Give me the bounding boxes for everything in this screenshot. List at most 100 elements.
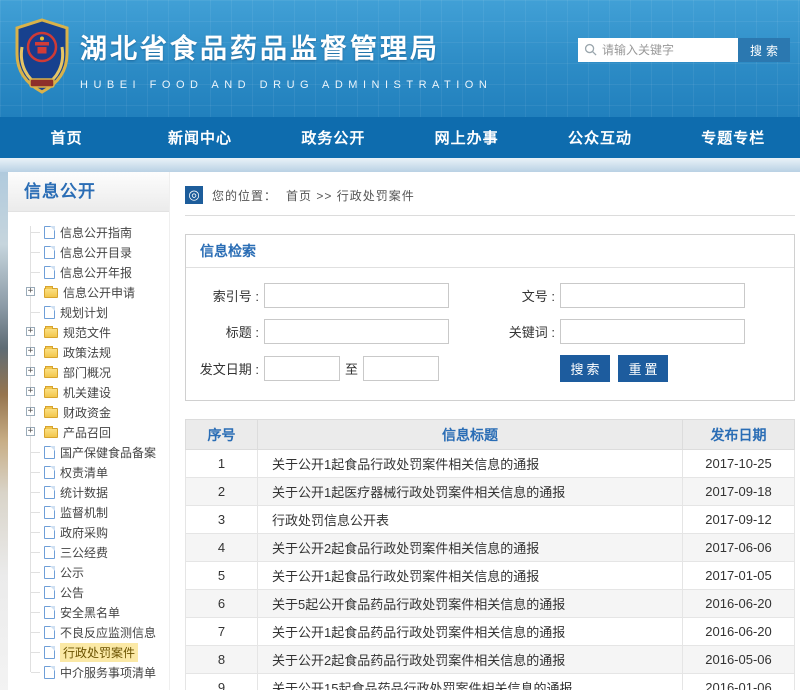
sidebar-item-label: 三公经费	[60, 544, 108, 561]
row-title-link[interactable]: 关于公开2起食品行政处罚案件相关信息的通报	[258, 534, 683, 562]
sidebar-item[interactable]: 信息公开目录	[16, 242, 167, 262]
table-row: 5关于公开1起食品行政处罚案件相关信息的通报2017-01-05	[186, 562, 795, 590]
nav-item-2[interactable]: 新闻中心	[133, 117, 266, 158]
header-search-button[interactable]: 搜索	[738, 38, 790, 62]
tree-connector	[31, 472, 40, 473]
table-row: 4关于公开2起食品行政处罚案件相关信息的通报2017-06-06	[186, 534, 795, 562]
page: 湖北省食品药品监督管理局 HUBEI FOOD AND DRUG ADMINIS…	[0, 0, 800, 690]
tree-connector	[31, 632, 40, 633]
breadcrumb-prefix: 您的位置：	[212, 187, 277, 204]
sidebar-item-label: 机关建设	[63, 384, 111, 401]
sidebar-item[interactable]: +政策法规	[16, 342, 167, 362]
main-nav: 首页新闻中心政务公开网上办事公众互动专题专栏	[0, 117, 800, 158]
row-title-link[interactable]: 行政处罚信息公开表	[258, 506, 683, 534]
sidebar-item[interactable]: 信息公开指南	[16, 222, 167, 242]
row-title-link[interactable]: 关于公开1起食品行政处罚案件相关信息的通报	[258, 450, 683, 478]
document-icon	[44, 566, 55, 579]
document-icon	[44, 646, 55, 659]
document-icon	[44, 226, 55, 239]
row-title-link[interactable]: 关于公开1起医疗器械行政处罚案件相关信息的通报	[258, 478, 683, 506]
search-button[interactable]: 搜索	[560, 355, 610, 382]
column-header: 发布日期	[683, 420, 795, 450]
nav-item-5[interactable]: 公众互动	[533, 117, 666, 158]
sidebar-item[interactable]: +规范文件	[16, 322, 167, 342]
sidebar-item[interactable]: 行政处罚案件	[16, 642, 167, 662]
sidebar-item-label: 统计数据	[60, 484, 108, 501]
index-no-input[interactable]	[264, 283, 449, 308]
nav-item-6[interactable]: 专题专栏	[667, 117, 800, 158]
document-icon	[44, 606, 55, 619]
title-label: 标题 :	[186, 322, 264, 341]
document-icon	[44, 246, 55, 259]
sidebar-item[interactable]: + 机关建设	[16, 382, 167, 402]
sidebar-item[interactable]: + 财政资金	[16, 402, 167, 422]
sidebar-item-label: 财政资金	[63, 404, 111, 421]
expand-icon[interactable]: +	[26, 427, 35, 436]
sidebar-item[interactable]: 政府采购	[16, 522, 167, 542]
shield-emblem-icon	[10, 17, 74, 97]
nav-item-3[interactable]: 政务公开	[267, 117, 400, 158]
reset-button[interactable]: 重置	[618, 355, 668, 382]
row-number: 4	[186, 534, 258, 562]
sidebar-item[interactable]: 统计数据	[16, 482, 167, 502]
document-icon	[44, 306, 55, 319]
breadcrumb-path[interactable]: 首页 >> 行政处罚案件	[286, 187, 415, 204]
document-icon	[44, 506, 55, 519]
date-to-input[interactable]	[363, 356, 439, 381]
top-search: 搜索	[578, 38, 790, 62]
sidebar-item-label: 中介服务事项清单	[60, 664, 156, 681]
expand-icon[interactable]: +	[26, 407, 35, 416]
row-date: 2016-05-06	[683, 646, 795, 674]
tree-connector	[31, 552, 40, 553]
document-icon	[44, 626, 55, 639]
sidebar-item[interactable]: +产品召回	[16, 422, 167, 442]
expand-icon[interactable]: +	[26, 347, 35, 356]
nav-item-1[interactable]: 首页	[0, 117, 133, 158]
column-header: 信息标题	[258, 420, 683, 450]
keyword-input[interactable]	[560, 319, 745, 344]
sidebar-item[interactable]: 安全黑名单	[16, 602, 167, 622]
folder-icon	[44, 388, 58, 398]
sidebar-item-label: 行政处罚案件	[60, 643, 138, 662]
sidebar-item[interactable]: 中介服务事项清单	[16, 662, 167, 682]
search-icon	[584, 43, 597, 56]
info-search-panel: 信息检索 索引号 : 文号 :	[185, 234, 795, 401]
sidebar-item-label: 权责清单	[60, 464, 108, 481]
panel-title: 信息检索	[200, 243, 256, 259]
tree-connector	[31, 532, 40, 533]
sidebar-item[interactable]: 监督机制	[16, 502, 167, 522]
row-number: 5	[186, 562, 258, 590]
row-title-link[interactable]: 关于公开1起食品药品行政处罚案件相关信息的通报	[258, 618, 683, 646]
row-title-link[interactable]: 关于公开2起食品药品行政处罚案件相关信息的通报	[258, 646, 683, 674]
sidebar-item[interactable]: 三公经费	[16, 542, 167, 562]
expand-icon[interactable]: +	[26, 327, 35, 336]
expand-icon[interactable]: +	[26, 367, 35, 376]
sidebar-item[interactable]: 权责清单	[16, 462, 167, 482]
title-input[interactable]	[264, 319, 449, 344]
sidebar-item-label: 公告	[60, 584, 84, 601]
folder-icon	[44, 408, 58, 418]
expand-icon[interactable]: +	[26, 387, 35, 396]
row-title-link[interactable]: 关于5起公开食品药品行政处罚案件相关信息的通报	[258, 590, 683, 618]
keyword-search-input[interactable]	[578, 38, 738, 62]
sidebar-item[interactable]: 不良反应监测信息	[16, 622, 167, 642]
sidebar-item[interactable]: 公示	[16, 562, 167, 582]
date-from-input[interactable]	[264, 356, 340, 381]
sidebar-item[interactable]: 公告	[16, 582, 167, 602]
doc-no-input[interactable]	[560, 283, 745, 308]
row-title-link[interactable]: 关于公开1起食品行政处罚案件相关信息的通报	[258, 562, 683, 590]
nav-item-4[interactable]: 网上办事	[400, 117, 533, 158]
site-header: 湖北省食品药品监督管理局 HUBEI FOOD AND DRUG ADMINIS…	[0, 0, 800, 117]
sidebar-item[interactable]: +信息公开申请	[16, 282, 167, 302]
sidebar-item[interactable]: 国产保健食品备案	[16, 442, 167, 462]
sidebar-item[interactable]: +部门概况	[16, 362, 167, 382]
row-date: 2017-01-05	[683, 562, 795, 590]
row-title-link[interactable]: 关于公开15起食品药品行政处罚案件相关信息的通报	[258, 674, 683, 690]
document-icon	[44, 466, 55, 479]
sidebar-item[interactable]: 规划计划	[16, 302, 167, 322]
document-icon	[44, 446, 55, 459]
row-number: 9	[186, 674, 258, 690]
expand-icon[interactable]: +	[26, 287, 35, 296]
agency-emblem-logo	[10, 17, 74, 97]
sidebar-item[interactable]: 信息公开年报	[16, 262, 167, 282]
